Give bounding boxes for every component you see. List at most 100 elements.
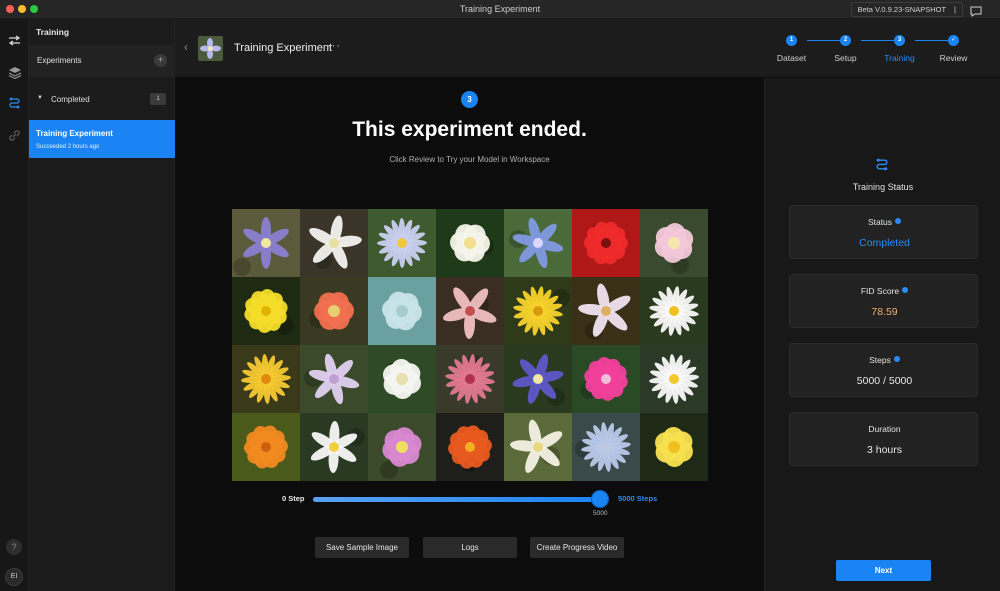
experiment-header: ‹ Training Experiment ··· 1 Dataset 2 Setup… — [175, 19, 1000, 77]
sample-image — [640, 413, 708, 481]
title-bar: Training Experiment Beta V.0.9.23-SNAPSH… — [0, 0, 1000, 19]
card-label: Status — [790, 217, 979, 227]
step-slider-track[interactable] — [313, 497, 601, 502]
sample-image — [232, 277, 300, 345]
step-1-tab[interactable]: Setup — [821, 53, 871, 63]
step-3-dot: ✓ — [948, 35, 959, 46]
experiment-thumbnail — [198, 36, 223, 61]
card-value: 78.59 — [871, 306, 898, 318]
sample-image — [572, 345, 640, 413]
experiments-label: Experiments — [37, 56, 82, 65]
experiment-status: Succeeded 2 hours ago — [36, 144, 100, 150]
card-label-text: Steps — [869, 355, 891, 365]
experiment-title: Training Experiment — [234, 42, 333, 54]
sample-image — [504, 277, 572, 345]
save-sample-image-button[interactable]: Save Sample Image — [315, 537, 409, 558]
step-slider-thumb[interactable] — [591, 490, 609, 508]
sample-image — [436, 277, 504, 345]
card-label-text: Status — [867, 217, 893, 227]
training-result-area: 3 This experiment ended. Click Review to… — [175, 78, 764, 591]
caret-down-icon: ▼ — [37, 95, 43, 101]
sample-image — [572, 209, 640, 277]
version-badge: Beta V.0.9.23-SNAPSHOT | — [850, 2, 963, 17]
create-progress-video-button[interactable]: Create Progress Video — [530, 537, 624, 558]
feedback-icon[interactable] — [970, 4, 982, 17]
result-subheading: Click Review to Try your Model in Worksp… — [389, 155, 550, 164]
sample-image — [436, 345, 504, 413]
info-icon[interactable] — [902, 287, 909, 293]
info-icon[interactable] — [895, 218, 902, 224]
workflow-stepper: 1 Dataset 2 Setup 3 Training ✓ Review — [777, 35, 986, 65]
sample-image — [640, 345, 708, 413]
card-label: Steps — [790, 355, 979, 365]
experiment-name: Training Experiment — [36, 129, 113, 138]
version-label: Beta V.0.9.23-SNAPSHOT — [857, 5, 947, 14]
sample-image — [368, 209, 436, 277]
status-card: FID Score 78.59 — [789, 274, 978, 328]
status-card: Status Completed — [789, 205, 978, 259]
step-3-tab[interactable]: Review — [929, 53, 979, 63]
user-avatar[interactable]: EI — [5, 568, 23, 586]
training-status-icon — [875, 158, 889, 172]
card-value: 5000 / 5000 — [856, 375, 913, 387]
result-heading: This experiment ended. — [352, 118, 587, 141]
training-status-panel: Training Status Status Completed FID Score… — [764, 78, 1000, 591]
step-2-dot: 3 — [894, 35, 905, 46]
step-1-dot: 2 — [840, 35, 851, 46]
experiments-panel: Training Experiments + ▼ Completed 1 Tra… — [29, 19, 175, 591]
step-0-tab[interactable]: Dataset — [767, 53, 817, 63]
step-0-dot: 1 — [786, 35, 797, 46]
slider-value-label: 5000 — [593, 510, 608, 517]
link-icon[interactable] — [7, 128, 22, 143]
sample-image — [436, 413, 504, 481]
step-badge: 3 — [461, 91, 478, 108]
swap-icon[interactable] — [7, 33, 22, 48]
slider-max-label: 5000 Steps — [618, 494, 658, 503]
sample-image — [300, 413, 368, 481]
sample-image — [368, 277, 436, 345]
sample-image — [640, 277, 708, 345]
sample-image — [300, 345, 368, 413]
step-slider-fill — [313, 497, 601, 502]
card-label: Duration — [790, 424, 979, 434]
step-2-tab[interactable]: Training — [875, 53, 925, 63]
experiments-header: Experiments + — [29, 45, 175, 77]
logs-button[interactable]: Logs — [423, 537, 517, 558]
status-card: Duration 3 hours — [789, 412, 978, 466]
training-icon[interactable] — [7, 96, 22, 111]
training-status-title: Training Status — [852, 182, 914, 192]
card-label-text: Duration — [868, 424, 901, 434]
more-options-button[interactable]: ··· — [327, 40, 341, 52]
icon-rail: ? EI — [0, 19, 29, 591]
sample-image — [572, 277, 640, 345]
sample-image — [368, 345, 436, 413]
card-value: 3 hours — [866, 444, 903, 456]
card-label-text: FID Score — [860, 286, 900, 296]
slider-min-label: 0 Step — [282, 494, 305, 503]
sample-image — [232, 209, 300, 277]
dataset-layers-icon[interactable] — [7, 65, 22, 80]
help-button[interactable]: ? — [6, 539, 22, 555]
info-icon[interactable] — [893, 356, 900, 362]
step-connector — [861, 40, 894, 41]
status-card: Steps 5000 / 5000 — [789, 343, 978, 397]
sample-image — [436, 209, 504, 277]
add-experiment-button[interactable]: + — [154, 54, 167, 67]
sample-image — [504, 209, 572, 277]
step-connector — [915, 40, 948, 41]
experiment-list-item[interactable]: Training Experiment Succeeded 2 hours ag… — [29, 120, 175, 158]
panel-title: Training — [36, 27, 70, 37]
sample-image — [300, 277, 368, 345]
sample-image-grid — [232, 209, 708, 481]
sample-image — [572, 413, 640, 481]
group-label: Completed — [51, 95, 90, 104]
sample-image — [504, 345, 572, 413]
group-count-badge: 1 — [150, 93, 166, 105]
next-button[interactable]: Next — [836, 560, 931, 581]
sample-image — [232, 413, 300, 481]
sample-image — [232, 345, 300, 413]
back-chevron-icon[interactable]: ‹ — [184, 40, 188, 54]
completed-group-toggle[interactable]: ▼ Completed 1 — [29, 91, 175, 109]
sample-image — [504, 413, 572, 481]
step-connector — [807, 40, 840, 41]
